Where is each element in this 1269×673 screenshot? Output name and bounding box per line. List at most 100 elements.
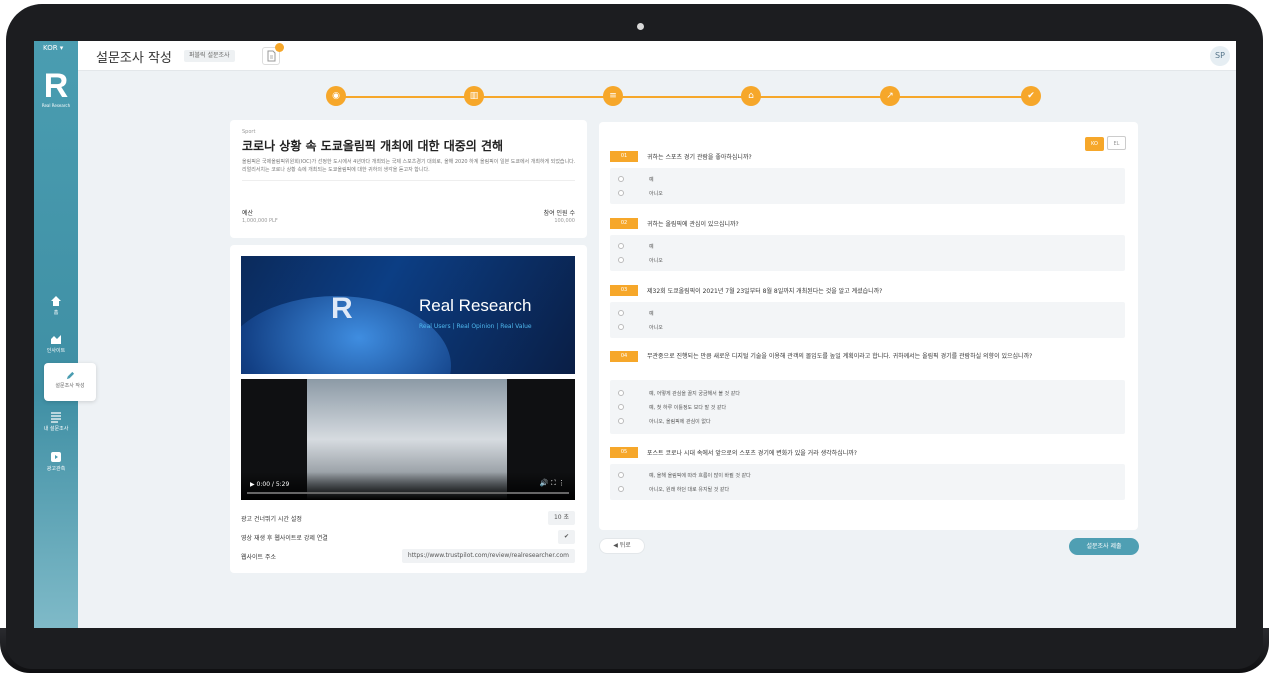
budget-value: 1,000,000 PLF [242,218,278,224]
participants-label: 참여 인원 수 [543,210,575,217]
option-row[interactable]: 아니오 [610,320,1125,334]
option-label: 아니오 [649,325,663,331]
sidebar-item-label: 설문조사 작성 [55,383,85,389]
question-options: 예, 올해 올림픽에 따라 흐름이 많이 바뀔 것 같다 아니오, 원래 하던 … [610,464,1125,500]
question-text: 귀하는 올림픽에 관심이 있으십니까? [647,221,739,228]
setting-row: 웹사이트 주소 https://www.trustpilot.com/revie… [241,549,575,563]
option-label: 예, 첫 하루 이틀정도 보다 말 것 같다 [649,405,727,411]
survey-info-card: Sport 코로나 상황 속 도쿄올림픽 개최에 대한 대중의 견해 올림픽은 … [230,120,587,238]
step-trend-icon[interactable]: ↗ [880,86,900,106]
video-time: ▶ 0:00 / 5:29 [250,481,290,488]
banner-logo-icon: R [331,292,353,325]
stepper-line [336,96,1032,98]
option-row[interactable]: 예 [610,239,1125,253]
option-label: 예, 어떻게 관심을 끌지 궁금해서 볼 것 같다 [649,391,740,397]
language-selector[interactable]: KOR ▾ [43,44,63,52]
participants-value: 100,000 [554,218,575,224]
question-options: 예 아니오 [610,302,1125,338]
lang-el-button[interactable]: EL [1107,136,1126,150]
survey-title: 코로나 상황 속 도쿄올림픽 개최에 대한 대중의 견해 [242,139,504,153]
option-row[interactable]: 예, 어떻게 관심을 끌지 궁금해서 볼 것 같다 [610,386,1125,400]
language-toggle: KO EL [1082,130,1126,151]
option-row[interactable]: 예, 첫 하루 이틀정도 보다 말 것 같다 [610,400,1125,414]
option-row[interactable]: 예, 올해 올림픽에 따라 흐름이 많이 바뀔 것 같다 [610,468,1125,482]
video-progress-bar[interactable] [247,492,569,494]
question-header: 04 무관중으로 진행되는 만큼 새로운 디지털 기술을 이용해 관객의 몰입도를… [610,351,1120,362]
skip-time-value[interactable]: 10 초 [547,511,575,525]
radio-button[interactable] [618,190,624,196]
question-text: 귀하는 스포츠 경기 관람을 좋아하십니까? [647,154,752,161]
home-icon [51,296,61,306]
option-label: 아니오, 원래 하던 대로 유지될 것 같다 [649,487,730,493]
sidebar-item-insight[interactable]: 인사이트 [34,333,78,354]
setting-row: 영상 재생 후 웹사이트로 강제 연결 ✔ [241,530,575,544]
radio-button[interactable] [618,390,624,396]
radio-button[interactable] [618,486,624,492]
radio-button[interactable] [618,324,624,330]
question-text: 제32회 도쿄올림픽이 2021년 7월 23일부터 8월 8일까지 개최된다는… [647,288,883,295]
redirect-checkbox[interactable]: ✔ [557,530,575,544]
website-url-field[interactable]: https://www.trustpilot.com/review/realre… [401,549,575,563]
radio-button[interactable] [618,418,624,424]
question-header: 01 귀하는 스포츠 경기 관람을 좋아하십니까? [610,151,752,162]
app-screen: KOR ▾ R Real Research 홈 인사이트 내 설문조사 광고관측… [34,41,1236,628]
option-label: 예 [649,244,654,250]
option-row[interactable]: 아니오, 원래 하던 대로 유지될 것 같다 [610,482,1125,496]
option-label: 예 [649,311,654,317]
sidebar-item-create-survey[interactable]: 설문조사 작성 [44,363,96,401]
chart-icon [51,335,61,344]
lang-ko-button[interactable]: KO [1085,137,1104,151]
sidebar-item-label: 내 설문조사 [43,426,69,432]
video-control-icons[interactable]: 🔊 ⛶ ⋮ [540,479,565,488]
logo-text: Real Research [41,103,71,108]
radio-button[interactable] [618,472,624,478]
radio-button[interactable] [618,257,624,263]
video-controls: ▶ 0:00 / 5:29 🔊 ⛶ ⋮ [241,472,575,500]
banner-tagline: Real Users | Real Opinion | Real Value [419,323,532,330]
setting-label: 광고 건너뛰기 시간 설정 [241,516,302,523]
back-button[interactable]: ◀ 뒤로 [599,538,645,554]
survey-description: 올림픽은 국제올림픽위원회(IOC)가 선정한 도시에서 4년마다 개최되는 국… [242,159,576,173]
pencil-icon [66,371,74,380]
radio-button[interactable] [618,404,624,410]
question-options: 예 아니오 [610,235,1125,271]
step-house-icon[interactable]: ⌂ [741,86,761,106]
step-camera-icon[interactable]: ◉ [326,86,346,106]
video-time-text: 0:00 / 5:29 [256,481,290,488]
banner-brand: Real Research [419,296,532,315]
option-row[interactable]: 예 [610,306,1125,320]
option-row[interactable]: 아니오 [610,186,1125,200]
step-check-icon[interactable]: ✔ [1021,86,1041,106]
sidebar-item-ad[interactable]: 광고관측 [34,451,78,472]
question-text: 무관중으로 진행되는 만큼 새로운 디지털 기술을 이용해 관객의 몰입도를 높… [647,353,1033,360]
option-row[interactable]: 아니오, 올림픽에 관심이 없다 [610,414,1125,428]
step-list-icon[interactable]: ≡ [603,86,623,106]
question-number: 01 [610,151,638,162]
media-card: R Real Research Real Users | Real Opinio… [230,245,587,573]
question-number: 03 [610,285,638,296]
option-label: 예, 올해 올림픽에 따라 흐름이 많이 바뀔 것 같다 [649,473,751,479]
radio-button[interactable] [618,310,624,316]
setting-label: 웹사이트 주소 [241,554,277,561]
avatar[interactable]: SP [1210,46,1230,66]
question-header: 03 제32회 도쿄올림픽이 2021년 7월 23일부터 8월 8일까지 개최된… [610,285,882,296]
option-row[interactable]: 아니오 [610,253,1125,267]
sidebar-item-label: 광고관측 [46,466,66,472]
radio-button[interactable] [618,176,624,182]
sidebar: KOR ▾ R Real Research 홈 인사이트 내 설문조사 광고관측 [34,41,78,628]
step-bank-icon[interactable]: ▥ [464,86,484,106]
ad-banner-image: R Real Research Real Users | Real Opinio… [241,256,575,374]
radio-button[interactable] [618,243,624,249]
page-title: 설문조사 작성 [96,51,172,66]
option-row[interactable]: 예 [610,172,1125,186]
option-label: 아니오 [649,191,663,197]
top-bar: 설문조사 작성 퍼블릭 설문조사 SP [78,41,1236,71]
question-header: 02 귀하는 올림픽에 관심이 있으십니까? [610,218,739,229]
option-label: 아니오 [649,258,663,264]
option-label: 아니오, 올림픽에 관심이 없다 [649,419,711,425]
questions-card: KO EL 01 귀하는 스포츠 경기 관람을 좋아하십니까? 예 아니오 02 귀하… [599,122,1138,530]
sidebar-item-my-survey[interactable]: 내 설문조사 [34,411,78,432]
submit-survey-button[interactable]: 설문조사 제출 [1069,538,1139,555]
video-player[interactable]: ▶ 0:00 / 5:29 🔊 ⛶ ⋮ [241,379,575,500]
sidebar-item-home[interactable]: 홈 [34,295,78,316]
